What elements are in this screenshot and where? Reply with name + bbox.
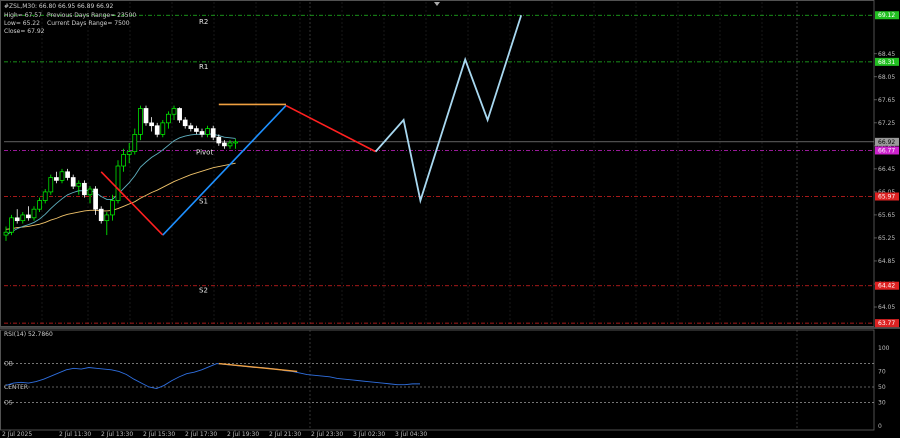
candle-body — [227, 142, 233, 147]
y-tick-label: 68.05 — [878, 74, 895, 81]
candle-body — [194, 128, 199, 132]
shift-marker-icon — [434, 2, 440, 6]
candle-body — [65, 171, 70, 178]
candle-body — [160, 122, 166, 135]
y-tick-label: 67.65 — [878, 97, 895, 104]
pivot-level-label-r2: R2 — [199, 18, 208, 26]
candle-body — [205, 128, 210, 135]
x-tick-label: 2 Jul 17:30 — [185, 431, 217, 438]
rsi-y-tick-label: 100 — [878, 345, 890, 352]
rsi-line — [5, 363, 420, 390]
candle-body — [9, 217, 14, 233]
high-label: High= 67.57 — [4, 12, 42, 19]
rsi-y-tick-label: 70 — [878, 368, 886, 375]
candle-body — [143, 108, 149, 124]
candle-body — [54, 177, 59, 181]
low-label: Low= 65.22 — [4, 20, 40, 27]
rsi-divergence-line — [218, 362, 298, 373]
candle-body — [26, 214, 31, 219]
candle-body — [37, 200, 42, 210]
y-tick-label: 66.45 — [878, 166, 895, 173]
candle-body — [222, 142, 227, 147]
trading-chart: 68.4568.0567.6567.2566.8566.4566.0565.65… — [0, 0, 900, 438]
candle-body — [31, 208, 37, 219]
close-label: Close= 67.92 — [4, 28, 45, 35]
x-tick-label: 2 Jul 13:30 — [101, 431, 133, 438]
level-price-label: 68.31 — [878, 59, 895, 66]
level-price-label: 63.77 — [878, 320, 895, 327]
current-days-range-label: Current Days Range= 7500 — [47, 20, 130, 27]
candle-body — [171, 108, 177, 115]
candle-body — [82, 182, 87, 196]
candle-body — [115, 165, 121, 201]
candle-body — [87, 188, 93, 196]
level-price-label: 69.12 — [878, 12, 895, 19]
x-tick-label: 2 Jul 15:30 — [143, 431, 175, 438]
pivot-level-label-s2: S2 — [199, 287, 208, 295]
candle-body — [188, 125, 194, 129]
pivot-level-label-pivot: Pivot — [196, 148, 213, 156]
candle-body — [14, 217, 20, 222]
symbol-line: #ZSL,M30: 66.80 66.95 66.89 66.92 — [4, 3, 114, 10]
candle-body — [98, 208, 104, 222]
candle-body — [199, 131, 205, 135]
rsi-y-tick-label: 30 — [878, 400, 886, 407]
candle-body — [216, 136, 222, 144]
candle-body — [110, 200, 115, 216]
rsi-label: RSI(14) 52.7860 — [4, 331, 53, 338]
y-tick-label: 65.25 — [878, 235, 895, 242]
y-tick-label: 67.25 — [878, 120, 895, 127]
x-tick-label: 2 Jul 23:30 — [311, 431, 343, 438]
candle-body — [149, 122, 154, 127]
y-tick-label: 64.85 — [878, 258, 895, 265]
pivot-level-label-r1: R1 — [199, 63, 208, 71]
candle-body — [177, 108, 182, 121]
main-panel-frame — [0, 0, 875, 327]
rsi-y-tick-label: 0 — [878, 423, 882, 430]
candle-body — [76, 182, 82, 187]
level-price-label: 65.97 — [878, 194, 895, 201]
candle-body — [138, 108, 143, 135]
x-tick-label: 2 Jul 11:30 — [59, 431, 91, 438]
level-price-label: 66.77 — [878, 147, 895, 154]
candle-body — [121, 154, 126, 167]
prev-days-range-label: Previous Days Range= 23500 — [47, 12, 137, 19]
rsi-panel-frame — [0, 329, 875, 431]
candle-body — [42, 191, 48, 201]
rsi-level-label-os: OS — [4, 400, 13, 407]
x-tick-label: 2 Jul 19:30 — [227, 431, 259, 438]
projection-path — [374, 14, 523, 205]
candle-body — [210, 128, 216, 138]
y-tick-label: 64.05 — [878, 304, 895, 311]
rsi-y-tick-label: 50 — [878, 384, 886, 391]
candle-body — [70, 177, 76, 187]
x-tick-label: 3 Jul 02:30 — [353, 431, 385, 438]
candle-body — [20, 214, 26, 222]
level-price-label: 66.92 — [878, 139, 895, 146]
pivot-level-label-s1: S1 — [199, 198, 208, 206]
candle-body — [154, 125, 160, 135]
x-tick-label: 2 Jul 2025 — [2, 431, 32, 438]
zigzag-segment — [162, 105, 287, 236]
candle-body — [104, 214, 110, 222]
rsi-level-label-ob: OB — [4, 361, 13, 368]
zigzag-segment — [285, 104, 376, 153]
x-tick-label: 3 Jul 04:30 — [395, 431, 427, 438]
candle-body — [93, 188, 98, 210]
candle-body — [166, 113, 171, 124]
y-tick-label: 68.45 — [878, 51, 895, 58]
level-price-label: 64.42 — [878, 283, 895, 290]
x-tick-label: 2 Jul 21:30 — [269, 431, 301, 438]
candle-body — [59, 171, 65, 181]
candle-body — [182, 119, 188, 127]
candle-body — [48, 177, 54, 193]
y-tick-label: 65.65 — [878, 212, 895, 219]
candle-body — [132, 134, 138, 152]
candle-body — [126, 151, 132, 155]
candle-body — [3, 231, 9, 236]
candle-body — [233, 141, 238, 144]
